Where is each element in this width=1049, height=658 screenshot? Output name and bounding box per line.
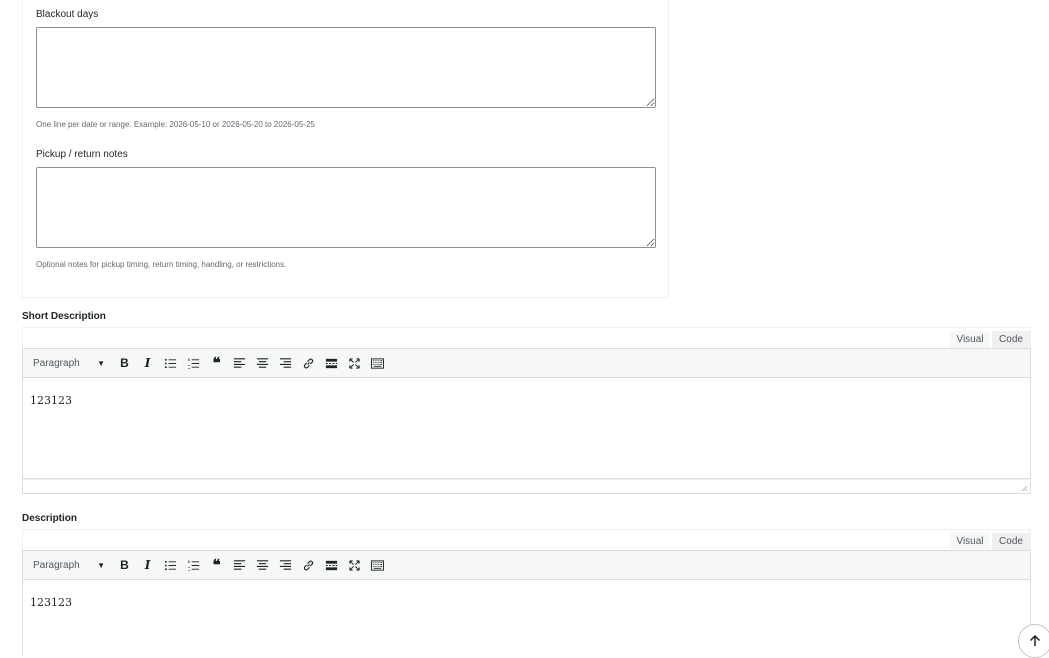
visual-tab[interactable]: Visual <box>950 331 990 348</box>
align-left-icon[interactable] <box>228 352 251 374</box>
blackout-days-label: Blackout days <box>36 9 99 20</box>
toolbar-toggle-icon[interactable] <box>366 554 389 576</box>
link-icon[interactable] <box>297 554 320 576</box>
chevron-down-icon: ▼ <box>97 358 105 368</box>
format-select-value: Paragraph <box>33 357 80 369</box>
bulleted-list-icon[interactable] <box>159 352 182 374</box>
bulleted-list-icon[interactable] <box>159 554 182 576</box>
chevron-down-icon: ▼ <box>97 560 105 570</box>
editor-toolbar: Paragraph ▼ B I ❝ <box>22 348 1031 378</box>
align-left-icon[interactable] <box>228 554 251 576</box>
description-title: Description <box>22 513 78 524</box>
align-center-icon[interactable] <box>251 554 274 576</box>
description-editor: Visual Code Paragraph ▼ B I ❝ 123123 <box>22 529 1031 656</box>
italic-icon[interactable]: I <box>136 554 159 576</box>
align-center-icon[interactable] <box>251 352 274 374</box>
numbered-list-icon[interactable] <box>182 554 205 576</box>
align-right-icon[interactable] <box>274 352 297 374</box>
read-more-icon[interactable] <box>320 352 343 374</box>
align-right-icon[interactable] <box>274 554 297 576</box>
scroll-to-top-button[interactable] <box>1018 624 1049 658</box>
code-tab[interactable]: Code <box>992 331 1030 348</box>
format-select[interactable]: Paragraph ▼ <box>29 354 109 372</box>
bold-icon[interactable]: B <box>113 352 136 374</box>
toolbar-toggle-icon[interactable] <box>366 352 389 374</box>
italic-icon[interactable]: I <box>136 352 159 374</box>
editor-toolbar: Paragraph ▼ B I ❝ <box>22 550 1031 580</box>
blockquote-icon[interactable]: ❝ <box>205 352 228 374</box>
code-tab[interactable]: Code <box>992 533 1030 550</box>
short-description-title: Short Description <box>22 311 106 322</box>
pickup-notes-help: Optional notes for pickup timing, return… <box>36 260 287 269</box>
pickup-notes-textarea[interactable] <box>36 167 656 248</box>
short-description-editor: Visual Code Paragraph ▼ B I ❝ 123123 <box>22 327 1031 494</box>
blockquote-icon[interactable]: ❝ <box>205 554 228 576</box>
blackout-days-help: One line per date or range. Example: 202… <box>36 120 315 129</box>
short-description-content[interactable]: 123123 <box>22 378 1031 479</box>
visual-tab[interactable]: Visual <box>950 533 990 550</box>
editor-tabs: Visual Code <box>22 327 1031 348</box>
resize-handle-icon[interactable] <box>1021 485 1027 491</box>
format-select[interactable]: Paragraph ▼ <box>29 556 109 574</box>
numbered-list-icon[interactable] <box>182 352 205 374</box>
blackout-days-textarea[interactable] <box>36 27 656 108</box>
link-icon[interactable] <box>297 352 320 374</box>
format-select-value: Paragraph <box>33 559 80 571</box>
description-content[interactable]: 123123 <box>22 580 1031 656</box>
pickup-notes-label: Pickup / return notes <box>36 149 128 160</box>
fullscreen-icon[interactable] <box>343 352 366 374</box>
fullscreen-icon[interactable] <box>343 554 366 576</box>
rental-settings-panel: Blackout days One line per date or range… <box>22 0 669 298</box>
editor-statusbar <box>22 479 1031 494</box>
bold-icon[interactable]: B <box>113 554 136 576</box>
read-more-icon[interactable] <box>320 554 343 576</box>
editor-tabs: Visual Code <box>22 529 1031 550</box>
arrow-up-icon <box>1029 634 1041 646</box>
